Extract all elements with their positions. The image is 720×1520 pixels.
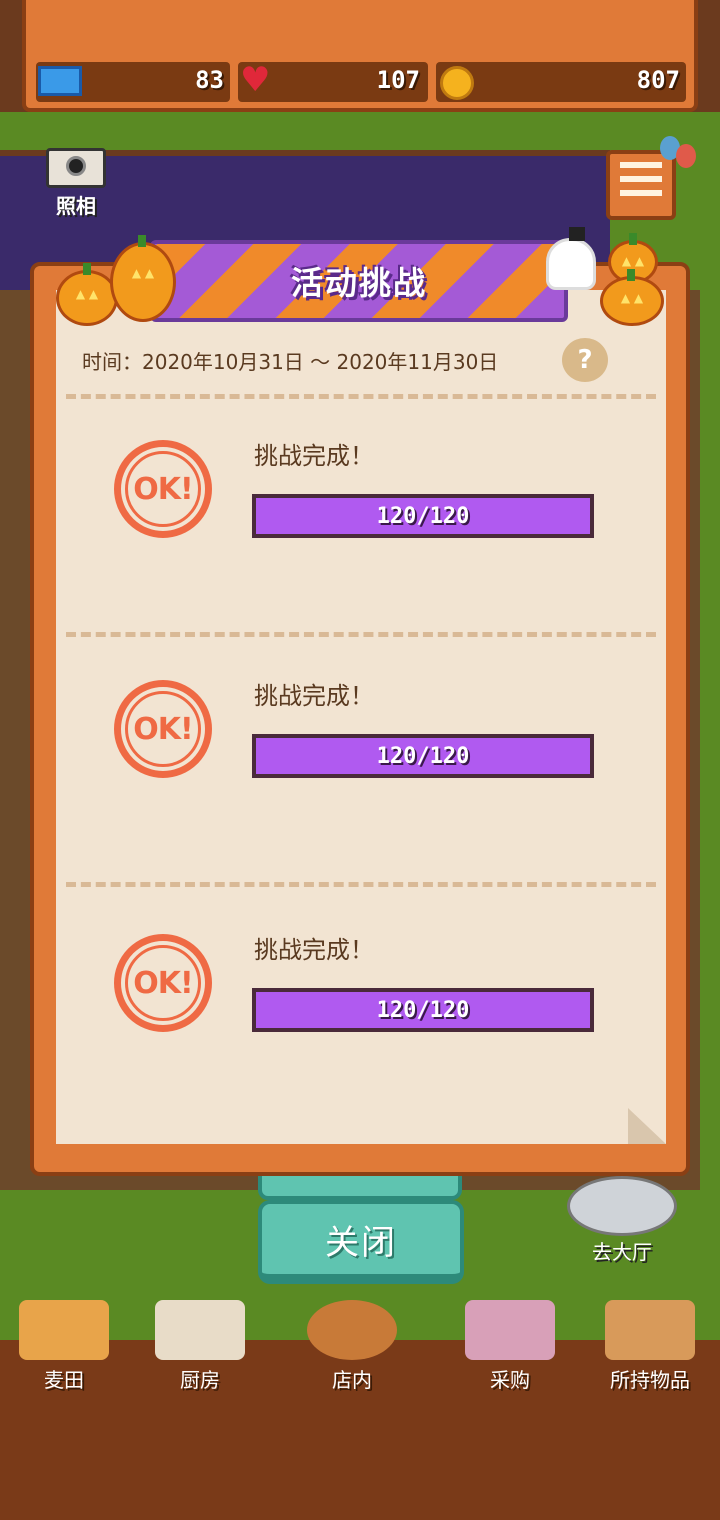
lobby-button-label: 去大厅 [592, 1240, 652, 1264]
challenge-progress-bar: 120/120 [252, 988, 594, 1032]
lobby-icon [567, 1176, 677, 1236]
progress-text: 120/120 [376, 997, 470, 1023]
photo-button[interactable]: 照相 [44, 148, 108, 222]
balloons-icon [660, 136, 700, 196]
dialog-title: 活动挑战 [290, 264, 427, 302]
nav-item-kitchen[interactable]: 厨房 [140, 1300, 260, 1393]
shop-stalls-icon [465, 1300, 555, 1360]
nav-item-shop-inside[interactable]: 店内 [292, 1300, 412, 1393]
ok-stamp-icon: OK! [114, 934, 212, 1032]
coin-icon [440, 66, 474, 100]
go-to-lobby-button[interactable]: 去大厅 [560, 1176, 684, 1265]
ticket-icon [38, 66, 82, 96]
pumpkin-icon [110, 235, 176, 322]
challenge-status: 挑战完成！ [254, 442, 374, 470]
camera-icon [46, 148, 106, 188]
dialog-title-banner: 活动挑战 [150, 240, 568, 322]
nav-label: 所持物品 [610, 1368, 690, 1392]
nav-label: 麦田 [44, 1368, 84, 1392]
ok-stamp-icon: OK! [114, 440, 212, 538]
challenge-progress-bar: 120/120 [252, 734, 594, 778]
nav-label: 店内 [332, 1368, 372, 1392]
ghost-icon [546, 227, 596, 290]
ok-stamp-icon: OK! [114, 680, 212, 778]
close-button[interactable]: 关闭 [258, 1200, 464, 1284]
challenge-status: 挑战完成！ [254, 936, 374, 964]
pumpkin-icon [600, 269, 664, 326]
kitchen-icon [155, 1300, 245, 1360]
progress-text: 120/120 [376, 743, 470, 769]
ticket-count: 83 [195, 66, 224, 94]
pumpkin-icon [56, 263, 118, 326]
menu-icon [620, 162, 662, 168]
bread-basket-icon [307, 1300, 397, 1360]
nav-label: 厨房 [180, 1368, 220, 1392]
paper-corner-fold [628, 1108, 666, 1144]
nav-item-purchase[interactable]: 采购 [450, 1300, 570, 1393]
progress-text: 120/120 [376, 503, 470, 529]
challenge-status: 挑战完成！ [254, 682, 374, 710]
heart-count: 107 [376, 66, 420, 94]
challenge-progress-bar: 120/120 [252, 494, 594, 538]
help-button[interactable]: ? [562, 338, 608, 382]
divider [66, 632, 656, 637]
divider [66, 394, 656, 399]
box-icon [605, 1300, 695, 1360]
wheat-field-icon [19, 1300, 109, 1360]
nav-label: 采购 [490, 1368, 530, 1392]
heart-icon: ♥ [240, 60, 271, 100]
divider [66, 882, 656, 887]
nav-item-inventory[interactable]: 所持物品 [590, 1300, 710, 1393]
photo-button-label: 照相 [56, 194, 96, 218]
coin-count: 807 [636, 66, 680, 94]
nav-item-wheat-field[interactable]: 麦田 [4, 1300, 124, 1393]
event-date-range: 时间：2020年10月31日 ～ 2020年11月30日 [82, 350, 499, 374]
